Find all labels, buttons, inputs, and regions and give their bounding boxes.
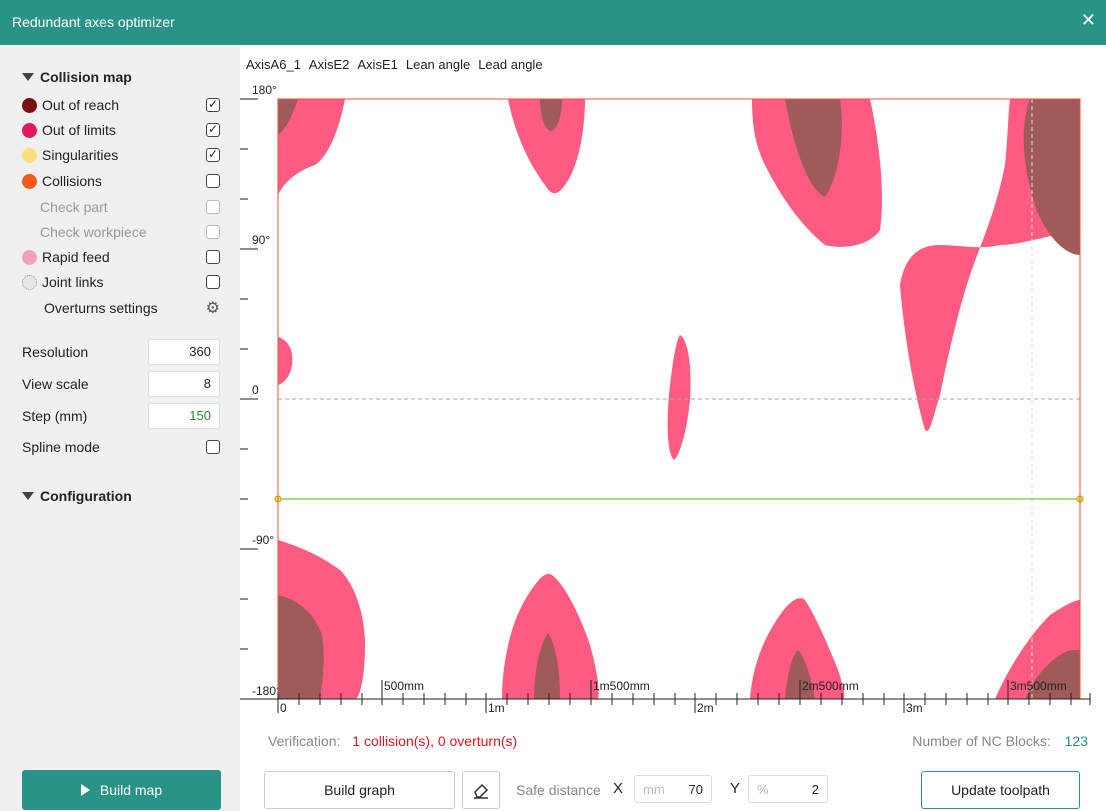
play-icon <box>80 784 90 796</box>
x-tick-label-2m500mm: 2m500mm <box>802 679 859 693</box>
check-workpiece-label: Check workpiece <box>40 224 147 240</box>
overturns-settings-row[interactable]: Overturns settings ⚙ <box>22 296 222 320</box>
update-toolpath-button[interactable]: Update toolpath <box>921 771 1080 809</box>
title-bar: Redundant axes optimizer ✕ <box>0 0 1106 45</box>
collisions-label: Collisions <box>42 173 102 189</box>
singularities-dot-icon <box>22 147 37 163</box>
nc-blocks-count: Number of NC Blocks: 123 <box>912 733 1088 749</box>
sidebar: Collision map Out of reach ✓ Out of limi… <box>0 45 240 811</box>
overturns-settings-label: Overturns settings <box>44 300 158 316</box>
y-tick-label-neg180: -180° <box>252 684 281 698</box>
y-tick-label-neg90: -90° <box>252 533 274 547</box>
x-tick-label-2m: 2m <box>697 701 714 715</box>
safe-distance-y-label: Y <box>730 780 741 797</box>
collision-map-title: Collision map <box>40 69 132 85</box>
close-icon[interactable]: ✕ <box>1081 10 1096 31</box>
main-panel: AxisA6_1 AxisE2 AxisE1 Lean angle Lead a… <box>240 45 1106 811</box>
verification-label: Verification: <box>268 733 341 749</box>
nc-blocks-value: 123 <box>1064 733 1088 749</box>
y-tick-label-90: 90° <box>252 233 270 247</box>
build-map-label: Build map <box>99 782 163 798</box>
out-of-reach-label: Out of reach <box>42 97 120 113</box>
configuration-title: Configuration <box>40 488 132 504</box>
safe-distance-x-label: X <box>613 780 624 797</box>
check-part-label: Check part <box>40 199 108 215</box>
collision-map-chart[interactable]: 180° 90° 0 -90° -180° 0 500mm 1m 1m500mm… <box>240 45 1106 725</box>
rapid-feed-dot-icon <box>22 249 37 265</box>
resolution-label: Resolution <box>22 344 89 360</box>
legend-rapid-feed: Rapid feed <box>22 245 222 269</box>
step-input[interactable]: 150 <box>148 403 220 429</box>
check-workpiece-checkbox <box>206 225 220 239</box>
view-scale-input[interactable]: 8 <box>148 371 220 397</box>
collision-map-header[interactable]: Collision map <box>22 69 132 85</box>
joint-links-checkbox[interactable] <box>206 275 220 289</box>
out-of-limits-label: Out of limits <box>42 122 116 138</box>
legend-out-of-limits: Out of limits ✓ <box>22 118 222 142</box>
x-tick-label-500mm: 500mm <box>384 679 424 693</box>
rapid-feed-label: Rapid feed <box>42 249 110 265</box>
chevron-down-icon <box>22 73 34 81</box>
out-of-limits-dot-icon <box>22 122 37 138</box>
view-scale-row: View scale 8 <box>22 371 222 397</box>
x-tick-label-0: 0 <box>280 701 287 715</box>
legend-out-of-reach: Out of reach ✓ <box>22 93 222 117</box>
safe-distance-y-input[interactable]: % 2 <box>748 775 828 803</box>
spline-mode-label: Spline mode <box>22 439 100 455</box>
eraser-button[interactable] <box>462 771 500 809</box>
x-tick-label-3m: 3m <box>906 701 923 715</box>
safe-distance-label: Safe distance <box>516 782 601 798</box>
chevron-down-icon <box>22 492 34 500</box>
view-scale-label: View scale <box>22 376 89 392</box>
singularities-label: Singularities <box>42 147 119 163</box>
y-value: 2 <box>811 782 819 797</box>
legend-singularities: Singularities ✓ <box>22 143 222 167</box>
legend-joint-links: Joint links <box>22 270 222 294</box>
out-of-reach-checkbox[interactable]: ✓ <box>206 98 220 112</box>
x-value: 70 <box>688 782 703 797</box>
step-label: Step (mm) <box>22 408 88 424</box>
check-part-row: Check part <box>22 195 222 219</box>
safe-distance-x-input[interactable]: mm 70 <box>634 775 712 803</box>
y-tick-label-180: 180° <box>252 83 277 97</box>
collisions-dot-icon <box>22 173 37 189</box>
x-unit-label: mm <box>643 782 665 797</box>
spline-mode-checkbox[interactable] <box>206 440 220 454</box>
joint-links-label: Joint links <box>42 274 104 290</box>
singularities-checkbox[interactable]: ✓ <box>206 148 220 162</box>
build-map-button[interactable]: Build map <box>22 770 221 810</box>
out-of-limits-checkbox[interactable]: ✓ <box>206 123 220 137</box>
x-tick-label-3m500mm: 3m500mm <box>1010 679 1067 693</box>
check-part-checkbox <box>206 200 220 214</box>
nc-blocks-label: Number of NC Blocks: <box>912 733 1051 749</box>
bottom-toolbar: Build graph Safe distance X mm 70 Y % 2 … <box>240 770 1106 810</box>
legend-collisions: Collisions <box>22 169 222 193</box>
spline-mode-row: Spline mode <box>22 435 222 459</box>
verification-status: Verification: 1 collision(s), 0 overturn… <box>268 733 517 749</box>
x-tick-label-1m: 1m <box>488 701 505 715</box>
out-of-reach-dot-icon <box>22 97 37 113</box>
y-axis-ticks <box>240 98 258 700</box>
dotted-circle-icon <box>22 274 37 290</box>
window-title: Redundant axes optimizer <box>12 14 175 30</box>
collisions-checkbox[interactable] <box>206 174 220 188</box>
eraser-icon <box>474 783 489 799</box>
y-tick-label-0: 0 <box>252 383 259 397</box>
check-workpiece-row: Check workpiece <box>22 220 222 244</box>
rapid-feed-checkbox[interactable] <box>206 250 220 264</box>
build-graph-button[interactable]: Build graph <box>264 771 455 809</box>
configuration-header[interactable]: Configuration <box>22 488 132 504</box>
y-unit-label: % <box>757 782 769 797</box>
verification-result: 1 collision(s), 0 overturn(s) <box>352 733 518 749</box>
gear-icon[interactable]: ⚙ <box>206 298 220 318</box>
resolution-input[interactable]: 360 <box>148 339 220 365</box>
x-tick-label-1m500mm: 1m500mm <box>593 679 650 693</box>
resolution-row: Resolution 360 <box>22 339 222 365</box>
step-row: Step (mm) 150 <box>22 403 222 429</box>
